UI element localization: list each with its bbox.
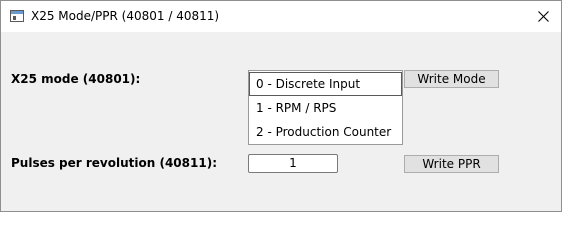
dialog-window: X25 Mode/PPR (40801 / 40811) X25 mode (4… xyxy=(0,0,562,212)
ppr-input[interactable]: 1 xyxy=(248,154,338,173)
window-title: X25 Mode/PPR (40801 / 40811) xyxy=(31,9,220,23)
write-ppr-button[interactable]: Write PPR xyxy=(404,155,499,173)
mode-option-discrete-input[interactable]: 0 - Discrete Input xyxy=(249,72,402,96)
x25-mode-dropdown-list[interactable]: 0 - Discrete Input 1 - RPM / RPS 2 - Pro… xyxy=(248,70,403,145)
title-bar[interactable]: X25 Mode/PPR (40801 / 40811) xyxy=(1,1,561,32)
close-button[interactable] xyxy=(525,1,561,32)
mode-option-rpm-rps[interactable]: 1 - RPM / RPS xyxy=(249,96,402,120)
app-window-icon xyxy=(10,10,24,22)
ppr-label: Pulses per revolution (40811): xyxy=(11,156,217,170)
mode-option-production-counter[interactable]: 2 - Production Counter xyxy=(249,120,402,144)
x25-mode-label: X25 mode (40801): xyxy=(11,72,141,86)
close-icon xyxy=(538,11,549,22)
write-mode-button[interactable]: Write Mode xyxy=(404,70,499,88)
